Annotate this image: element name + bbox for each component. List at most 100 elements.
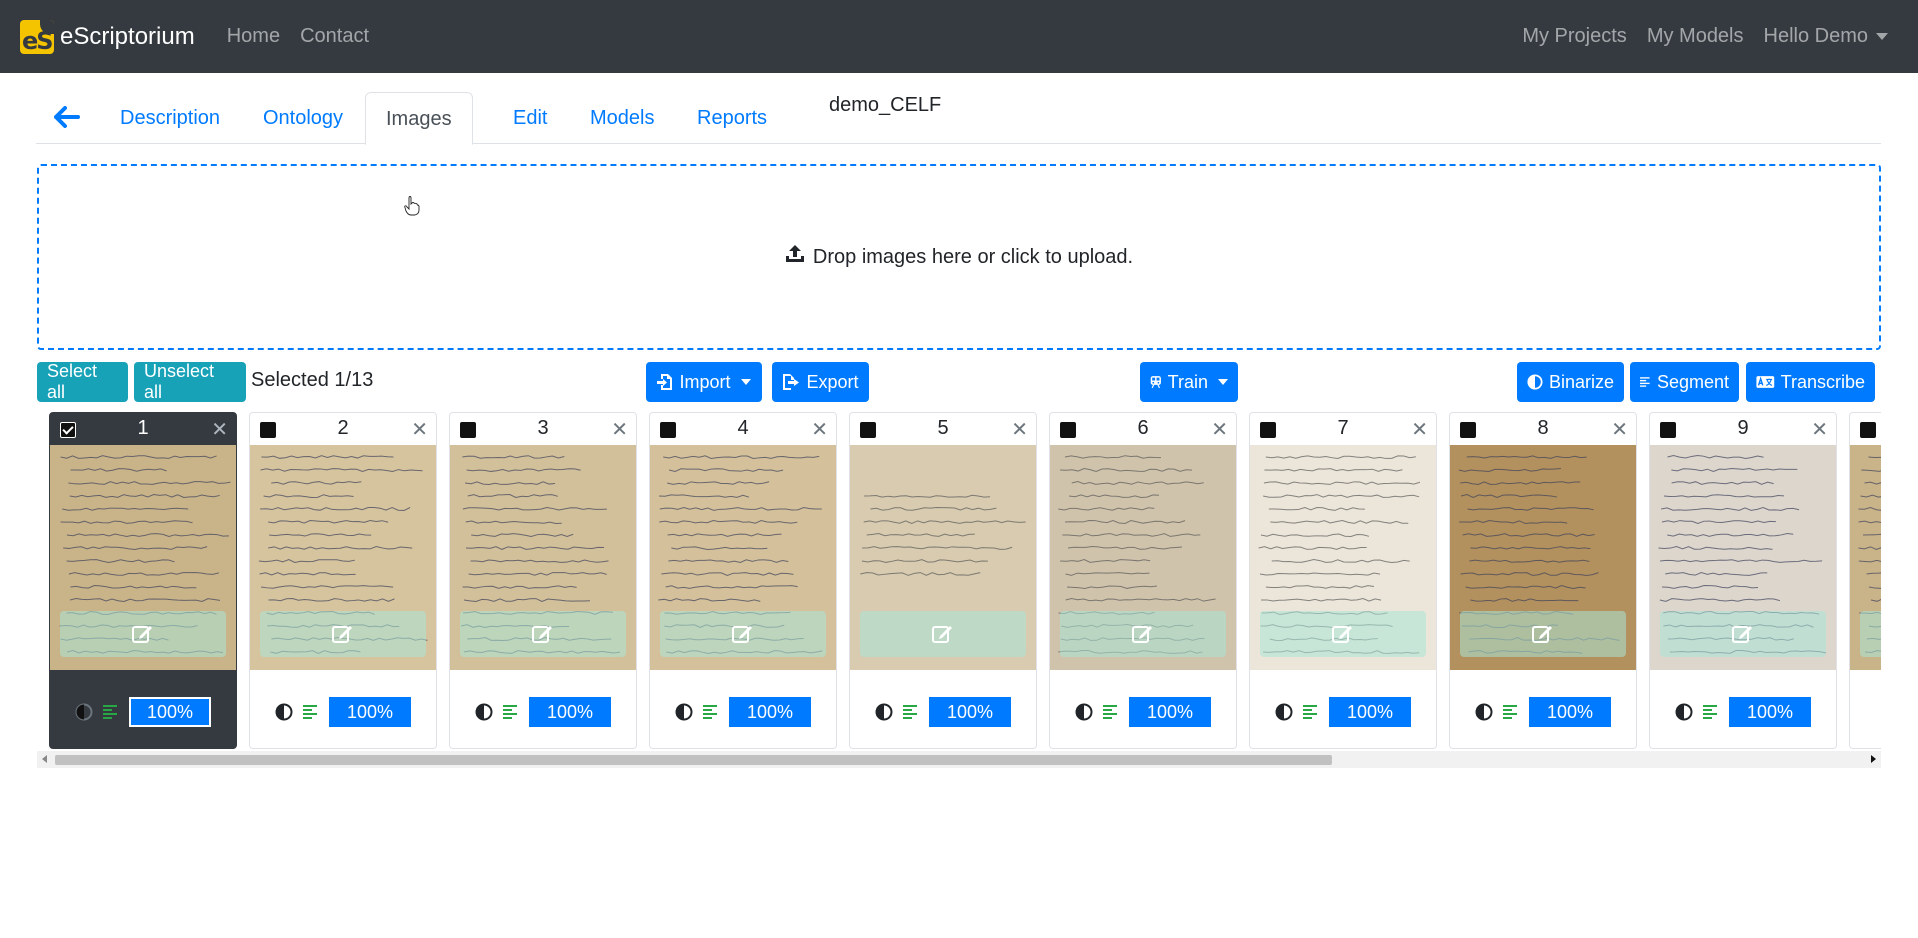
- export-button[interactable]: Export: [772, 362, 869, 402]
- delete-icon[interactable]: ✕: [1011, 417, 1028, 442]
- image-card[interactable]: 6 ✕ 100%: [1049, 412, 1237, 749]
- image-dropzone[interactable]: Drop images here or click to upload.: [37, 164, 1881, 350]
- edit-overlay[interactable]: [1860, 611, 1881, 657]
- language-icon: [1756, 376, 1775, 388]
- brand-name[interactable]: eScriptorium: [60, 23, 195, 51]
- image-card[interactable]: 7 ✕ 100%: [1249, 412, 1437, 749]
- train-button[interactable]: Train: [1140, 362, 1238, 402]
- image-card[interactable]: 5 ✕ 100%: [849, 412, 1037, 749]
- page-thumbnail[interactable]: [1850, 445, 1881, 670]
- segment-icon[interactable]: [103, 704, 119, 720]
- transcription-progress[interactable]: 100%: [1529, 697, 1611, 727]
- binarize-icon[interactable]: [1675, 703, 1693, 721]
- binarize-icon[interactable]: [1475, 703, 1493, 721]
- edit-overlay[interactable]: [860, 611, 1026, 657]
- transcription-progress[interactable]: 100%: [529, 697, 611, 727]
- segment-icon[interactable]: [1503, 704, 1519, 720]
- image-card[interactable]: 3 ✕ 100%: [449, 412, 637, 749]
- page-thumbnail[interactable]: [850, 445, 1036, 670]
- edit-overlay[interactable]: [460, 611, 626, 657]
- page-thumbnail[interactable]: [1250, 445, 1436, 670]
- edit-overlay[interactable]: [60, 611, 226, 657]
- binarize-icon[interactable]: [75, 703, 93, 721]
- import-button[interactable]: Import: [646, 362, 762, 402]
- transcription-progress[interactable]: 100%: [129, 697, 211, 727]
- edit-overlay[interactable]: [660, 611, 826, 657]
- delete-icon[interactable]: ✕: [411, 417, 428, 442]
- tab-edit[interactable]: Edit: [493, 92, 567, 144]
- edit-overlay[interactable]: [1060, 611, 1226, 657]
- binarize-icon[interactable]: [475, 703, 493, 721]
- segment-icon[interactable]: [703, 704, 719, 720]
- unselect-all-button[interactable]: Unselect all: [134, 361, 246, 402]
- delete-icon[interactable]: ✕: [611, 417, 628, 442]
- image-strip[interactable]: 1 ✕ 100% 2 ✕ 100% 3 ✕ 100% 4 ✕ 100% 5 ✕ 100% 6 ✕ 100% 7 ✕ 10…: [37, 409, 1881, 749]
- binarize-icon[interactable]: [275, 703, 293, 721]
- image-card[interactable]: 8 ✕ 100%: [1449, 412, 1637, 749]
- segment-icon[interactable]: [503, 704, 519, 720]
- tab-reports[interactable]: Reports: [677, 92, 787, 144]
- scroll-left-arrow[interactable]: [42, 755, 47, 763]
- card-number: 6: [1137, 417, 1149, 439]
- brand[interactable]: eS eScriptorium: [20, 19, 195, 54]
- binarize-button[interactable]: Binarize: [1517, 362, 1624, 402]
- image-card[interactable]: 4 ✕ 100%: [649, 412, 837, 749]
- selected-count: Selected 1/13: [251, 369, 374, 391]
- align-left-icon: [1640, 377, 1650, 387]
- transcription-progress[interactable]: 100%: [1729, 697, 1811, 727]
- transcription-progress[interactable]: 100%: [1129, 697, 1211, 727]
- segment-icon[interactable]: [1103, 704, 1119, 720]
- transcription-progress[interactable]: 100%: [329, 697, 411, 727]
- binarize-icon[interactable]: [875, 703, 893, 721]
- page-thumbnail[interactable]: [250, 445, 436, 670]
- transcription-progress[interactable]: 100%: [1329, 697, 1411, 727]
- binarize-icon[interactable]: [1275, 703, 1293, 721]
- delete-icon[interactable]: ✕: [811, 417, 828, 442]
- horizontal-scrollbar[interactable]: [37, 751, 1881, 768]
- segment-button[interactable]: Segment: [1630, 362, 1739, 402]
- tab-ontology[interactable]: Ontology: [243, 92, 363, 144]
- nav-contact[interactable]: Contact: [300, 25, 369, 48]
- back-arrow-icon[interactable]: [54, 106, 80, 133]
- edit-overlay[interactable]: [260, 611, 426, 657]
- image-card[interactable]: [1849, 412, 1881, 749]
- nav-my-projects[interactable]: My Projects: [1522, 25, 1626, 48]
- binarize-icon[interactable]: [1075, 703, 1093, 721]
- select-all-button[interactable]: Select all: [37, 361, 128, 402]
- page-thumbnail[interactable]: [50, 445, 236, 670]
- tab-models[interactable]: Models: [570, 92, 674, 144]
- tab-images[interactable]: Images: [365, 92, 473, 145]
- segment-icon[interactable]: [903, 704, 919, 720]
- page-thumbnail[interactable]: [1050, 445, 1236, 670]
- delete-icon[interactable]: ✕: [1211, 417, 1228, 442]
- transcription-progress[interactable]: 100%: [729, 697, 811, 727]
- nav-home[interactable]: Home: [227, 25, 280, 48]
- card-checkbox[interactable]: [1860, 422, 1876, 438]
- edit-overlay[interactable]: [1260, 611, 1426, 657]
- segment-icon[interactable]: [1303, 704, 1319, 720]
- edit-overlay[interactable]: [1660, 611, 1826, 657]
- image-card[interactable]: 1 ✕ 100%: [49, 412, 237, 749]
- edit-overlay[interactable]: [1460, 611, 1626, 657]
- page-thumbnail[interactable]: [1650, 445, 1836, 670]
- scrollbar-thumb[interactable]: [55, 755, 1332, 765]
- delete-icon[interactable]: ✕: [211, 417, 228, 442]
- page-thumbnail[interactable]: [650, 445, 836, 670]
- delete-icon[interactable]: ✕: [1611, 417, 1628, 442]
- delete-icon[interactable]: ✕: [1411, 417, 1428, 442]
- scroll-right-arrow[interactable]: [1871, 755, 1876, 763]
- segment-icon[interactable]: [1703, 704, 1719, 720]
- delete-icon[interactable]: ✕: [1811, 417, 1828, 442]
- segment-icon[interactable]: [303, 704, 319, 720]
- page-thumbnail[interactable]: [450, 445, 636, 670]
- image-card[interactable]: 9 ✕ 100%: [1649, 412, 1837, 749]
- card-number: 1: [137, 417, 149, 439]
- nav-my-models[interactable]: My Models: [1647, 25, 1744, 48]
- image-card[interactable]: 2 ✕ 100%: [249, 412, 437, 749]
- tab-description[interactable]: Description: [100, 92, 240, 144]
- binarize-icon[interactable]: [675, 703, 693, 721]
- page-thumbnail[interactable]: [1450, 445, 1636, 670]
- user-menu[interactable]: Hello Demo: [1764, 25, 1888, 48]
- transcription-progress[interactable]: 100%: [929, 697, 1011, 727]
- transcribe-button[interactable]: Transcribe: [1746, 362, 1875, 402]
